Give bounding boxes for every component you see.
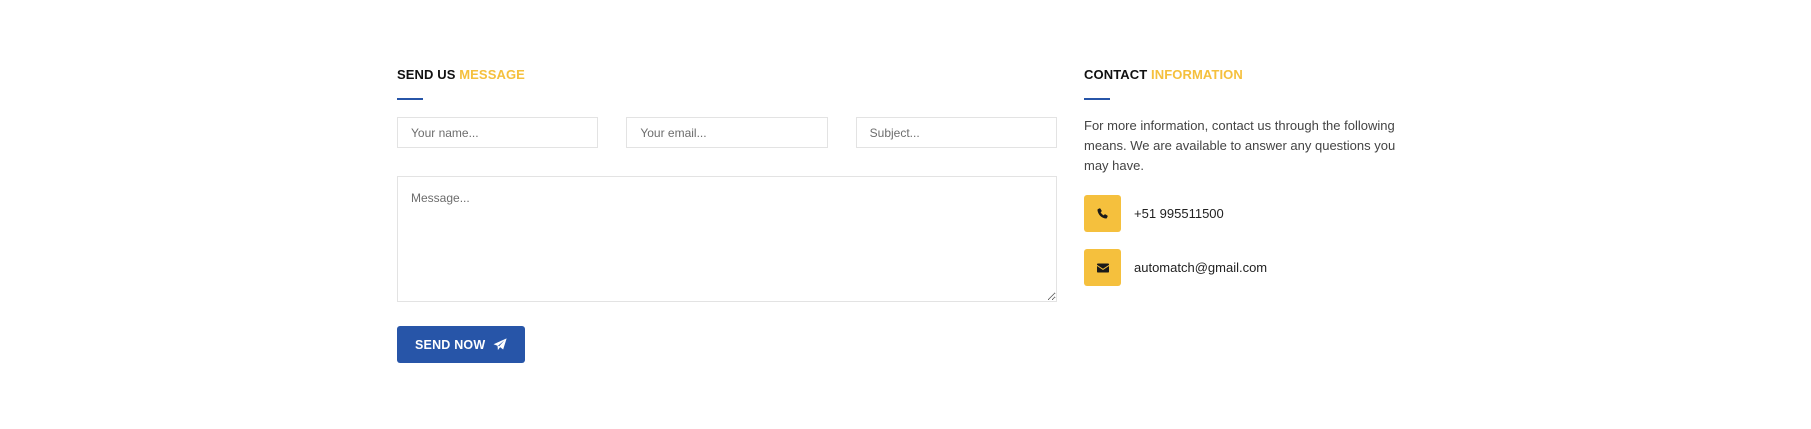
message-textarea[interactable] [397, 176, 1057, 302]
phone-number: +51 995511500 [1134, 206, 1224, 221]
contact-information-title: CONTACT INFORMATION [1084, 65, 1404, 85]
envelope-icon [1084, 249, 1121, 286]
contact-information-section: CONTACT INFORMATION For more information… [1084, 65, 1404, 286]
send-message-title: SEND US MESSAGE [397, 65, 1057, 85]
contact-item-email: automatch@gmail.com [1084, 249, 1404, 286]
email-address: automatch@gmail.com [1134, 260, 1268, 275]
send-message-title-main: SEND US [397, 67, 456, 82]
contact-item-phone: +51 995511500 [1084, 195, 1404, 232]
contact-title-accent: INFORMATION [1151, 67, 1243, 82]
send-now-label: SEND NOW [415, 337, 486, 352]
paper-plane-icon [493, 337, 508, 352]
contact-title-main: CONTACT [1084, 67, 1148, 82]
send-message-section: SEND US MESSAGE SEND NOW [397, 65, 1057, 363]
title-underline [1084, 98, 1110, 100]
subject-input[interactable] [855, 117, 1057, 148]
phone-icon [1084, 195, 1121, 232]
contact-page: SEND US MESSAGE SEND NOW CONTACT INFORMA… [0, 0, 1811, 429]
name-input[interactable] [397, 117, 599, 148]
send-now-button[interactable]: SEND NOW [397, 326, 526, 363]
inputs-row [397, 117, 1057, 148]
title-underline [397, 98, 423, 100]
email-input[interactable] [626, 117, 828, 148]
send-message-title-accent: MESSAGE [459, 67, 525, 82]
contact-description: For more information, contact us through… [1084, 118, 1396, 173]
